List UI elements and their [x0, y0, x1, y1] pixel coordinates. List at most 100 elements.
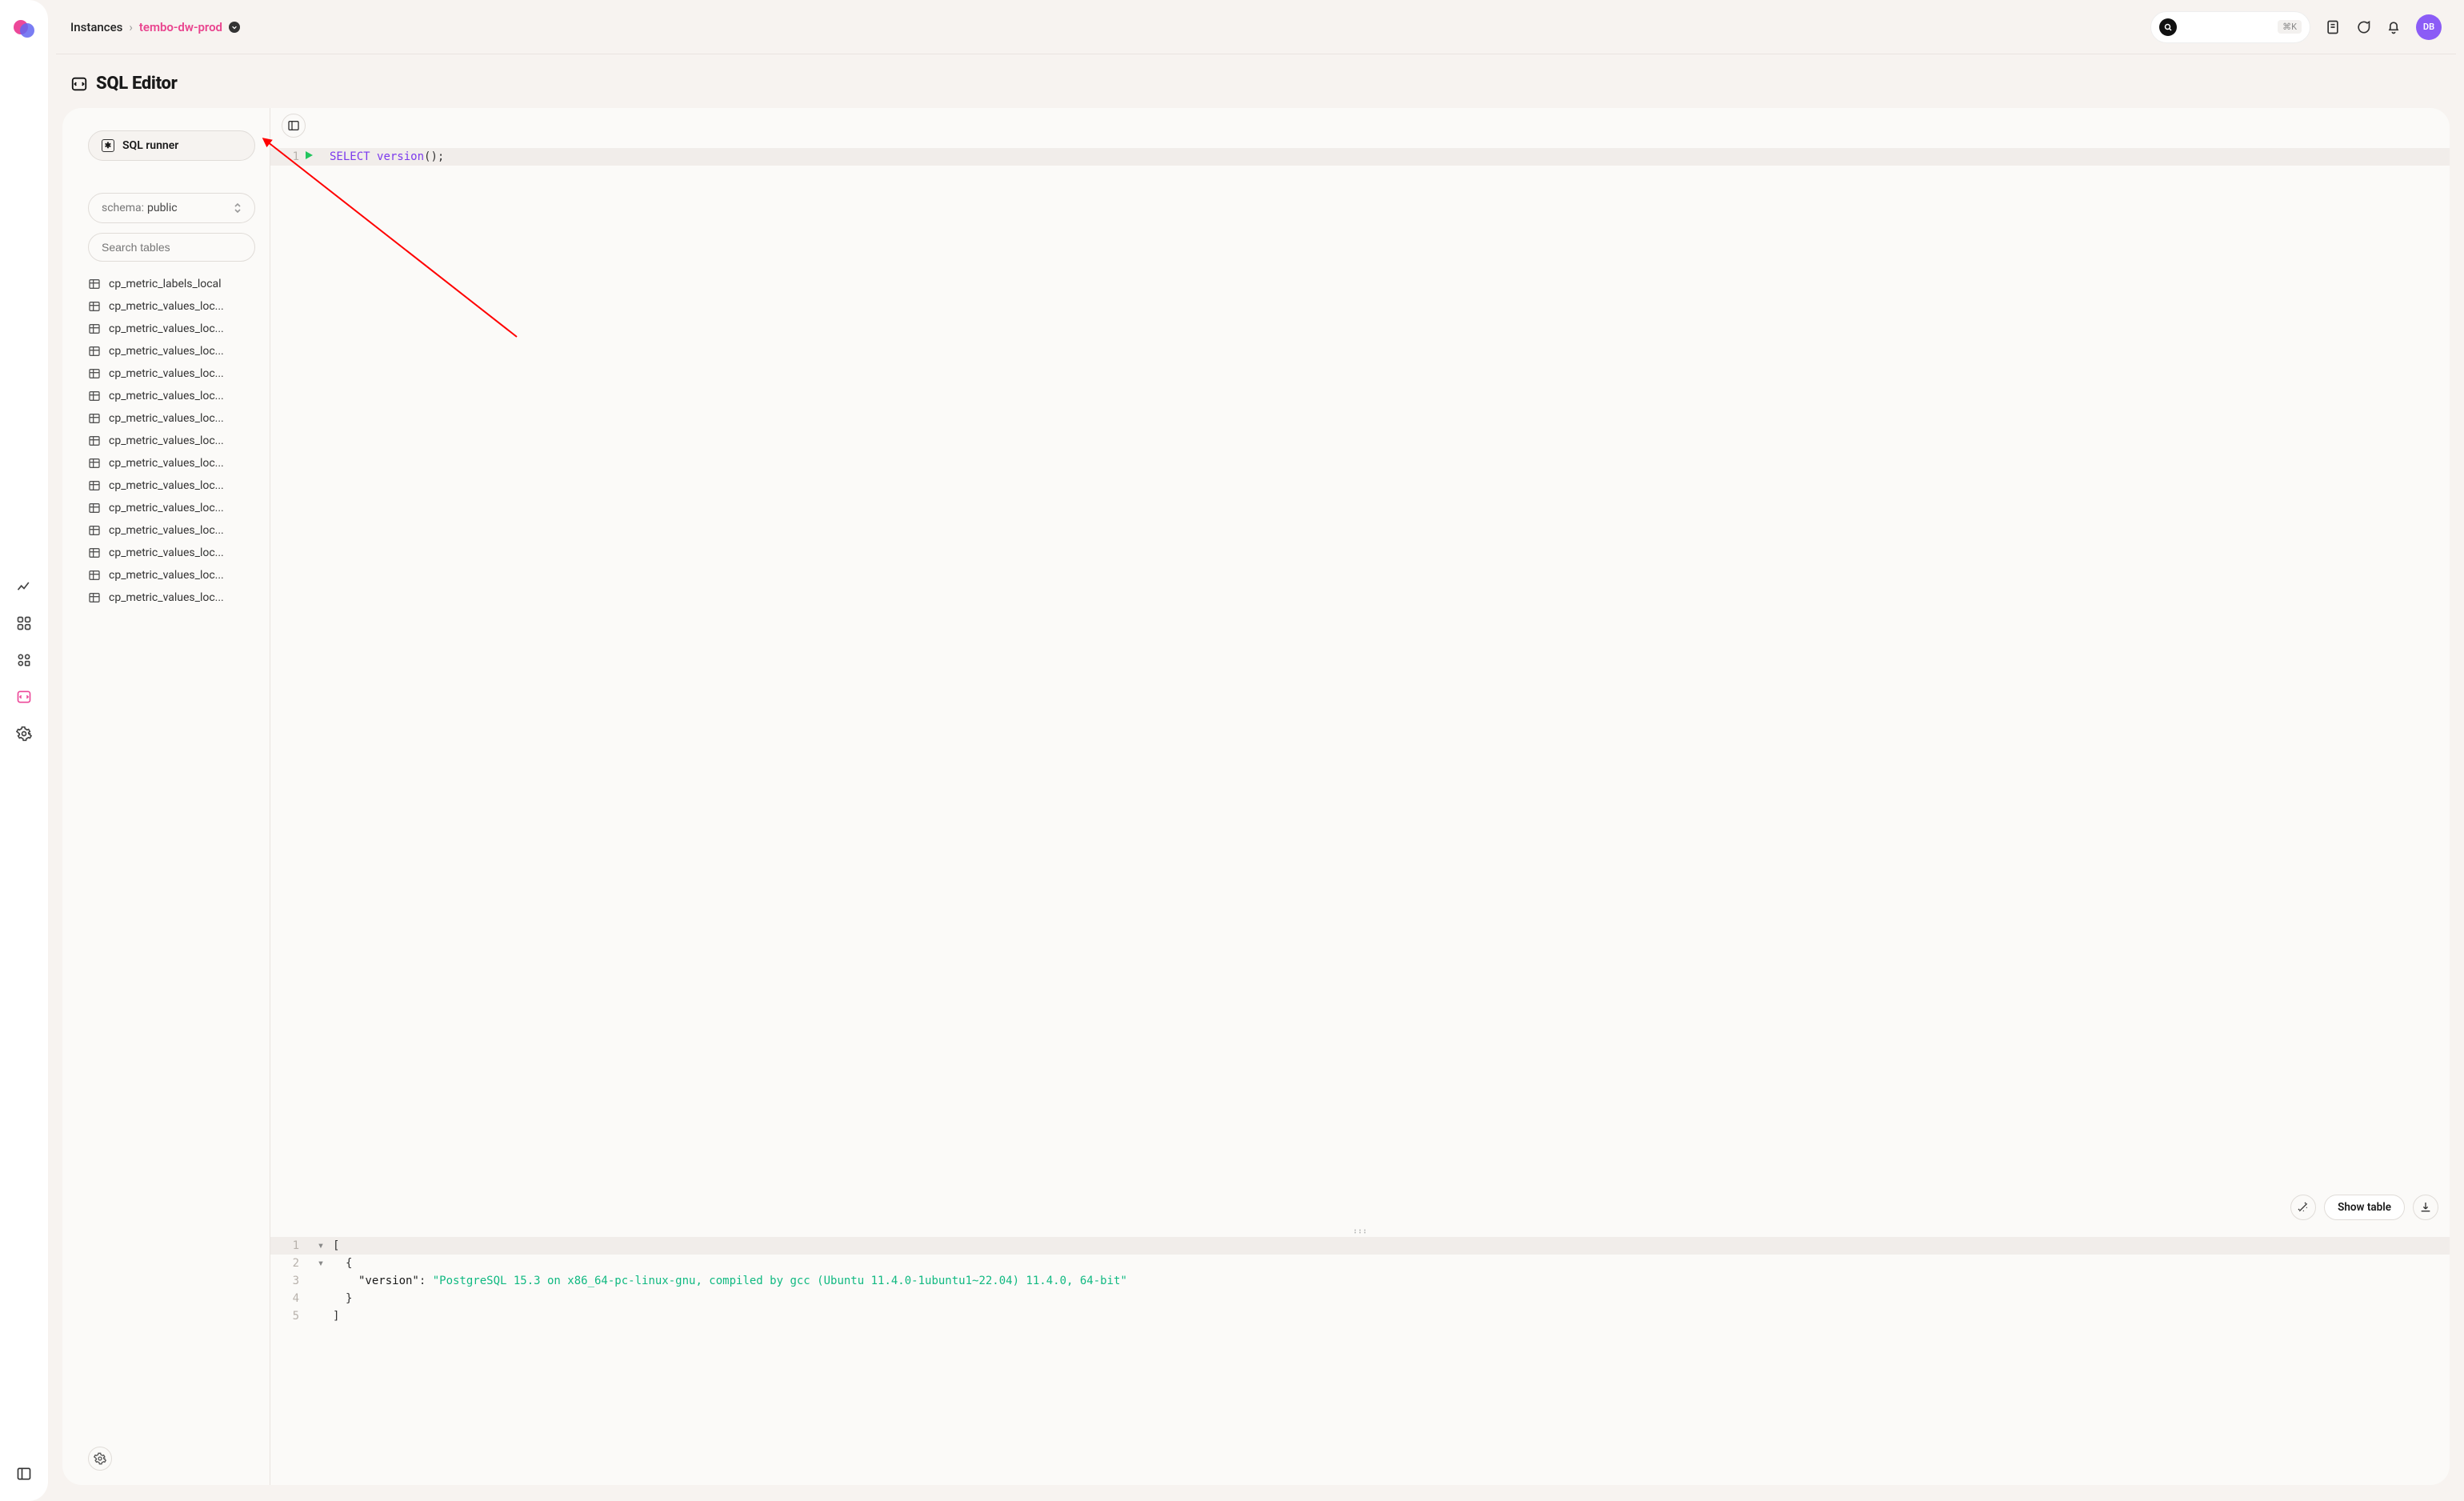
table-name: cp_metric_values_loc...: [109, 546, 224, 559]
search-tables-input[interactable]: [88, 233, 255, 262]
search-icon: [2159, 18, 2177, 36]
table-name: cp_metric_values_loc...: [109, 345, 224, 358]
topbar: Instances › tembo-dw-prod ⌘K: [56, 0, 2456, 54]
sql-editor-icon: [70, 75, 88, 93]
result-line: 3 "version": "PostgreSQL 15.3 on x86_64-…: [270, 1272, 2450, 1290]
toggle-sidebar-button[interactable]: [282, 114, 306, 138]
result-line: 1 ▾ [: [270, 1237, 2450, 1255]
magic-format-button[interactable]: [2290, 1195, 2316, 1220]
table-name: cp_metric_values_loc...: [109, 367, 224, 380]
docs-icon[interactable]: [2325, 19, 2341, 35]
table-icon: [88, 278, 101, 290]
sql-runner-button[interactable]: ✱ SQL runner: [88, 130, 255, 161]
page-title: SQL Editor: [96, 74, 177, 94]
table-row[interactable]: cp_metric_values_loc...: [88, 591, 255, 604]
table-icon: [88, 390, 101, 402]
chevron-right-icon: ›: [129, 20, 133, 34]
query-editor[interactable]: 1 SELECT version();: [270, 143, 2450, 166]
breadcrumb-current[interactable]: tembo-dw-prod: [139, 20, 222, 34]
settings-nav-icon[interactable]: [16, 726, 32, 742]
metrics-icon[interactable]: [16, 578, 32, 594]
instance-status-icon[interactable]: [229, 22, 240, 33]
table-row[interactable]: cp_metric_values_loc...: [88, 546, 255, 559]
table-name: cp_metric_values_loc...: [109, 457, 224, 470]
show-table-button[interactable]: Show table: [2324, 1195, 2405, 1220]
download-button[interactable]: [2413, 1195, 2438, 1220]
table-icon: [88, 300, 101, 313]
table-name: cp_metric_values_loc...: [109, 479, 224, 492]
chat-icon[interactable]: [2355, 19, 2371, 35]
schema-value: public: [147, 202, 178, 214]
table-name: cp_metric_values_loc...: [109, 524, 224, 537]
editor-area: 1 SELECT version();: [270, 108, 2450, 1485]
table-row[interactable]: cp_metric_values_loc...: [88, 457, 255, 470]
table-name: cp_metric_values_loc...: [109, 322, 224, 335]
table-icon: [88, 569, 101, 582]
table-icon: [88, 322, 101, 335]
token-keyword: SELECT: [330, 150, 370, 163]
table-row[interactable]: cp_metric_values_loc...: [88, 502, 255, 514]
table-row[interactable]: cp_metric_values_loc...: [88, 569, 255, 582]
table-icon: [88, 412, 101, 425]
sidebar: ✱ SQL runner schema: public cp_metric_la…: [62, 108, 270, 1485]
result-line: 2 ▾ {: [270, 1255, 2450, 1272]
updown-icon: [234, 202, 242, 214]
table-row[interactable]: cp_metric_values_loc...: [88, 322, 255, 335]
table-name: cp_metric_values_loc...: [109, 502, 224, 514]
table-row[interactable]: cp_metric_values_loc...: [88, 367, 255, 380]
asterisk-icon: ✱: [102, 139, 114, 152]
table-name: cp_metric_values_loc...: [109, 434, 224, 447]
table-row[interactable]: cp_metric_values_loc...: [88, 300, 255, 313]
sql-editor-nav-icon[interactable]: [16, 689, 32, 705]
table-icon: [88, 591, 101, 604]
fold-icon[interactable]: ▾: [315, 1239, 326, 1252]
result-line: 4 }: [270, 1290, 2450, 1307]
results-pane[interactable]: 1 ▾ [ 2 ▾ { 3 "version": "PostgreSQL 15.…: [270, 1237, 2450, 1485]
table-row[interactable]: cp_metric_values_loc...: [88, 412, 255, 425]
show-table-label: Show table: [2338, 1201, 2391, 1214]
table-icon: [88, 502, 101, 514]
page-heading: SQL Editor: [56, 54, 2456, 108]
table-row[interactable]: cp_metric_values_loc...: [88, 390, 255, 402]
table-name: cp_metric_values_loc...: [109, 300, 224, 313]
table-row[interactable]: cp_metric_values_loc...: [88, 345, 255, 358]
table-row[interactable]: cp_metric_values_loc...: [88, 434, 255, 447]
table-icon: [88, 457, 101, 470]
schema-label: schema:: [102, 202, 144, 214]
global-search[interactable]: ⌘K: [2150, 11, 2310, 43]
table-icon: [88, 524, 101, 537]
bell-icon[interactable]: [2386, 19, 2402, 35]
table-name: cp_metric_values_loc...: [109, 569, 224, 582]
left-rail: [0, 0, 48, 1501]
table-name: cp_metric_values_loc...: [109, 591, 224, 604]
stacks-icon[interactable]: [16, 652, 32, 668]
apps-icon[interactable]: [16, 615, 32, 631]
table-row[interactable]: cp_metric_labels_local: [88, 278, 255, 290]
fold-icon[interactable]: ▾: [315, 1257, 326, 1270]
table-name: cp_metric_labels_local: [109, 278, 222, 290]
table-icon: [88, 345, 101, 358]
token-punc: ();: [424, 150, 444, 163]
run-icon[interactable]: [304, 150, 314, 163]
table-row[interactable]: cp_metric_values_loc...: [88, 479, 255, 492]
table-icon: [88, 479, 101, 492]
token-function: version: [377, 150, 424, 163]
table-name: cp_metric_values_loc...: [109, 390, 224, 402]
results-toolbar: Show table: [270, 1189, 2450, 1226]
sidebar-settings-button[interactable]: [88, 1447, 112, 1471]
table-icon: [88, 546, 101, 559]
breadcrumb-root[interactable]: Instances: [70, 20, 122, 34]
schema-select[interactable]: schema: public: [88, 193, 255, 223]
query-line[interactable]: 1 SELECT version();: [270, 148, 2450, 166]
search-shortcut: ⌘K: [2278, 20, 2302, 34]
avatar[interactable]: DB: [2416, 14, 2442, 40]
table-icon: [88, 367, 101, 380]
table-name: cp_metric_values_loc...: [109, 412, 224, 425]
table-row[interactable]: cp_metric_values_loc...: [88, 524, 255, 537]
line-number: 1: [293, 150, 299, 163]
editor-panel: ✱ SQL runner schema: public cp_metric_la…: [62, 108, 2450, 1485]
table-icon: [88, 434, 101, 447]
tables-list: cp_metric_labels_local cp_metric_values_l…: [88, 278, 255, 604]
collapse-rail-icon[interactable]: [16, 1466, 32, 1482]
resize-handle[interactable]: [270, 1226, 2450, 1237]
